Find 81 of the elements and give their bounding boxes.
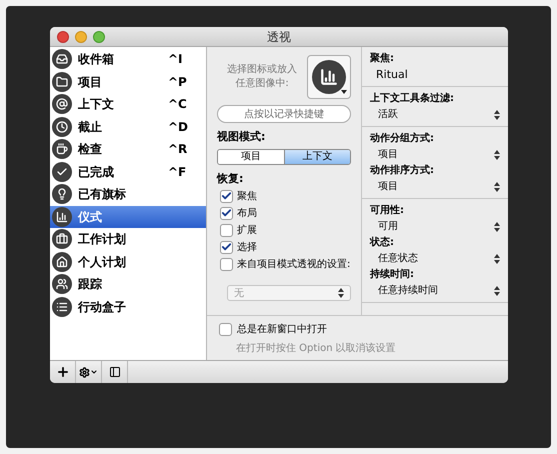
hint-text: 在打开时按住 Option 以取消该设置	[235, 342, 397, 356]
stepper-icon	[494, 150, 500, 160]
sidebar-toggle-icon	[108, 366, 120, 378]
checkbox-label: 总是在新窗口中打开	[237, 322, 327, 337]
item-label: 已有旗标	[78, 186, 127, 204]
stepper-icon	[338, 288, 344, 298]
checkbox[interactable]	[220, 240, 233, 254]
gear-icon	[79, 366, 90, 378]
bar-chart-icon	[312, 60, 346, 94]
item-label: 个人计划	[78, 254, 127, 271]
zoom-button[interactable]	[93, 31, 105, 43]
item-label: 收件箱	[78, 51, 115, 68]
item-label: 跟踪	[78, 276, 103, 294]
sidebar-item[interactable]: 行动盒子	[50, 296, 206, 318]
sidebar-item[interactable]: 个人计划	[50, 250, 206, 273]
popup-menu[interactable]: 任意持续时间	[370, 282, 500, 299]
sidebar-item[interactable]: 上下文 ^C	[50, 93, 206, 116]
checkbox[interactable]	[219, 323, 232, 336]
checkbox[interactable]	[220, 258, 233, 270]
icon-prompt: 任意图像中:	[235, 77, 289, 91]
checkbox[interactable]	[220, 206, 233, 220]
icon-prompt: 选择图标或放入	[227, 63, 297, 77]
plus-icon	[56, 365, 70, 379]
sidebar-item[interactable]: 已有旗标	[50, 183, 206, 206]
popup-menu[interactable]: 项目	[370, 146, 500, 163]
field-label: 持续时间:	[370, 268, 415, 282]
checkbox-label: 来自项目模式透视的设置:	[237, 258, 350, 272]
shortcut-label: ^C	[168, 96, 188, 114]
shortcut-label: ^R	[168, 141, 188, 158]
popup-menu[interactable]: 任意状态	[370, 250, 500, 267]
sidebar-item[interactable]: 截止 ^D	[50, 116, 206, 138]
segment-tab[interactable]: 上下文	[284, 150, 350, 164]
popup-menu[interactable]: 活跃	[370, 106, 500, 123]
checkbox-label: 选择	[237, 240, 257, 254]
field-label: 聚焦:	[370, 52, 395, 66]
stepper-icon	[494, 110, 500, 120]
checkbox[interactable]	[220, 224, 233, 236]
icon-well[interactable]	[307, 55, 351, 99]
checkbox[interactable]	[220, 190, 233, 202]
shortcut-label: ^I	[168, 51, 184, 68]
restore-label: 恢复:	[217, 170, 244, 186]
sidebar-item[interactable]: 工作计划	[50, 228, 206, 250]
field-label: 上下文工具条过滤:	[370, 92, 455, 106]
sidebar-item[interactable]: 检查 ^R	[50, 138, 206, 160]
shortcut-label: ^F	[168, 164, 188, 181]
view-mode-label: 视图模式:	[217, 129, 266, 145]
sidebar-item[interactable]: 收件箱 ^I	[50, 48, 206, 70]
dropdown-triangle-icon	[341, 90, 347, 94]
checkbox-label: 聚焦	[237, 190, 257, 204]
shortcut-label: ^P	[168, 74, 188, 91]
item-label: 已完成	[78, 164, 115, 181]
item-label: 上下文	[78, 96, 115, 114]
sidebar-item[interactable]: 已完成 ^F	[50, 160, 206, 183]
item-label: 项目	[78, 74, 103, 91]
record-shortcut-button[interactable]: 点按以记录快捷键	[217, 105, 351, 123]
checkbox-label: 布局	[237, 206, 257, 220]
close-button[interactable]	[57, 31, 69, 43]
window-title: 透视	[267, 28, 291, 46]
item-label: 仪式	[78, 208, 103, 226]
popup-menu[interactable]: 可用	[370, 218, 500, 235]
sidebar-item[interactable]: 仪式	[50, 206, 206, 228]
shortcut-label: ^D	[168, 118, 190, 136]
field-label: 动作分组方式:	[370, 131, 435, 146]
item-label: 截止	[78, 118, 103, 136]
sidebar-item[interactable]: 跟踪	[50, 273, 206, 296]
field-value: Ritual	[375, 67, 409, 83]
item-label: 检查	[78, 141, 103, 158]
checkbox-label: 扩展	[237, 224, 257, 238]
item-label: 工作计划	[78, 231, 127, 248]
stepper-icon	[494, 222, 500, 232]
field-label: 状态:	[370, 236, 395, 250]
popup-menu[interactable]: 项目	[370, 178, 500, 195]
stepper-icon	[494, 286, 500, 296]
field-label: 动作排序方式:	[370, 163, 435, 178]
stepper-icon	[494, 182, 500, 192]
item-label: 行动盒子	[78, 298, 127, 316]
sidebar-item[interactable]: 项目 ^P	[50, 70, 206, 93]
segment-tab[interactable]: 项目	[218, 150, 284, 164]
caret-icon	[90, 368, 98, 376]
field-label: 可用性:	[370, 204, 405, 218]
stepper-icon	[494, 254, 500, 264]
